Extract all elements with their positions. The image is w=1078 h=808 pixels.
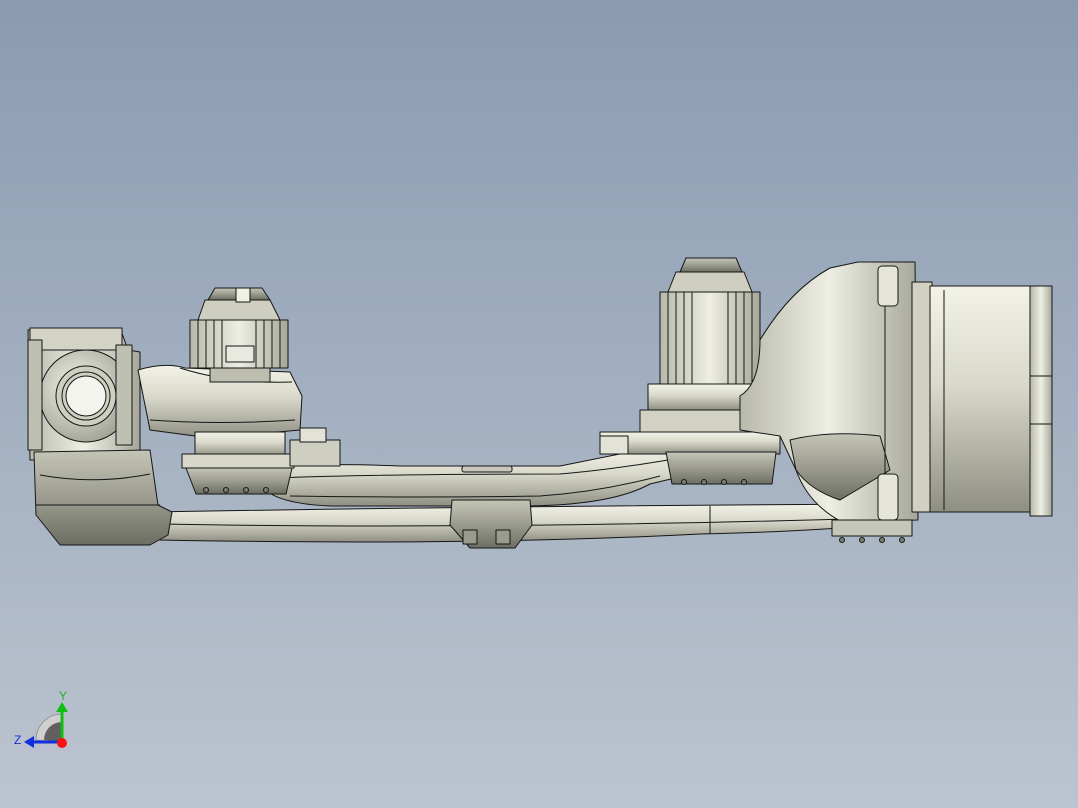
cad-viewport[interactable]: Y Z (0, 0, 1078, 808)
left-motor[interactable] (189, 287, 289, 383)
z-axis-label: Z (14, 733, 21, 747)
cad-model[interactable] (27, 257, 1053, 549)
x-axis-dot (57, 738, 67, 748)
rear-drum[interactable] (929, 285, 1053, 517)
y-axis-label: Y (59, 689, 67, 703)
base-housing[interactable] (739, 261, 933, 543)
view-triad: Y Z (14, 689, 68, 748)
